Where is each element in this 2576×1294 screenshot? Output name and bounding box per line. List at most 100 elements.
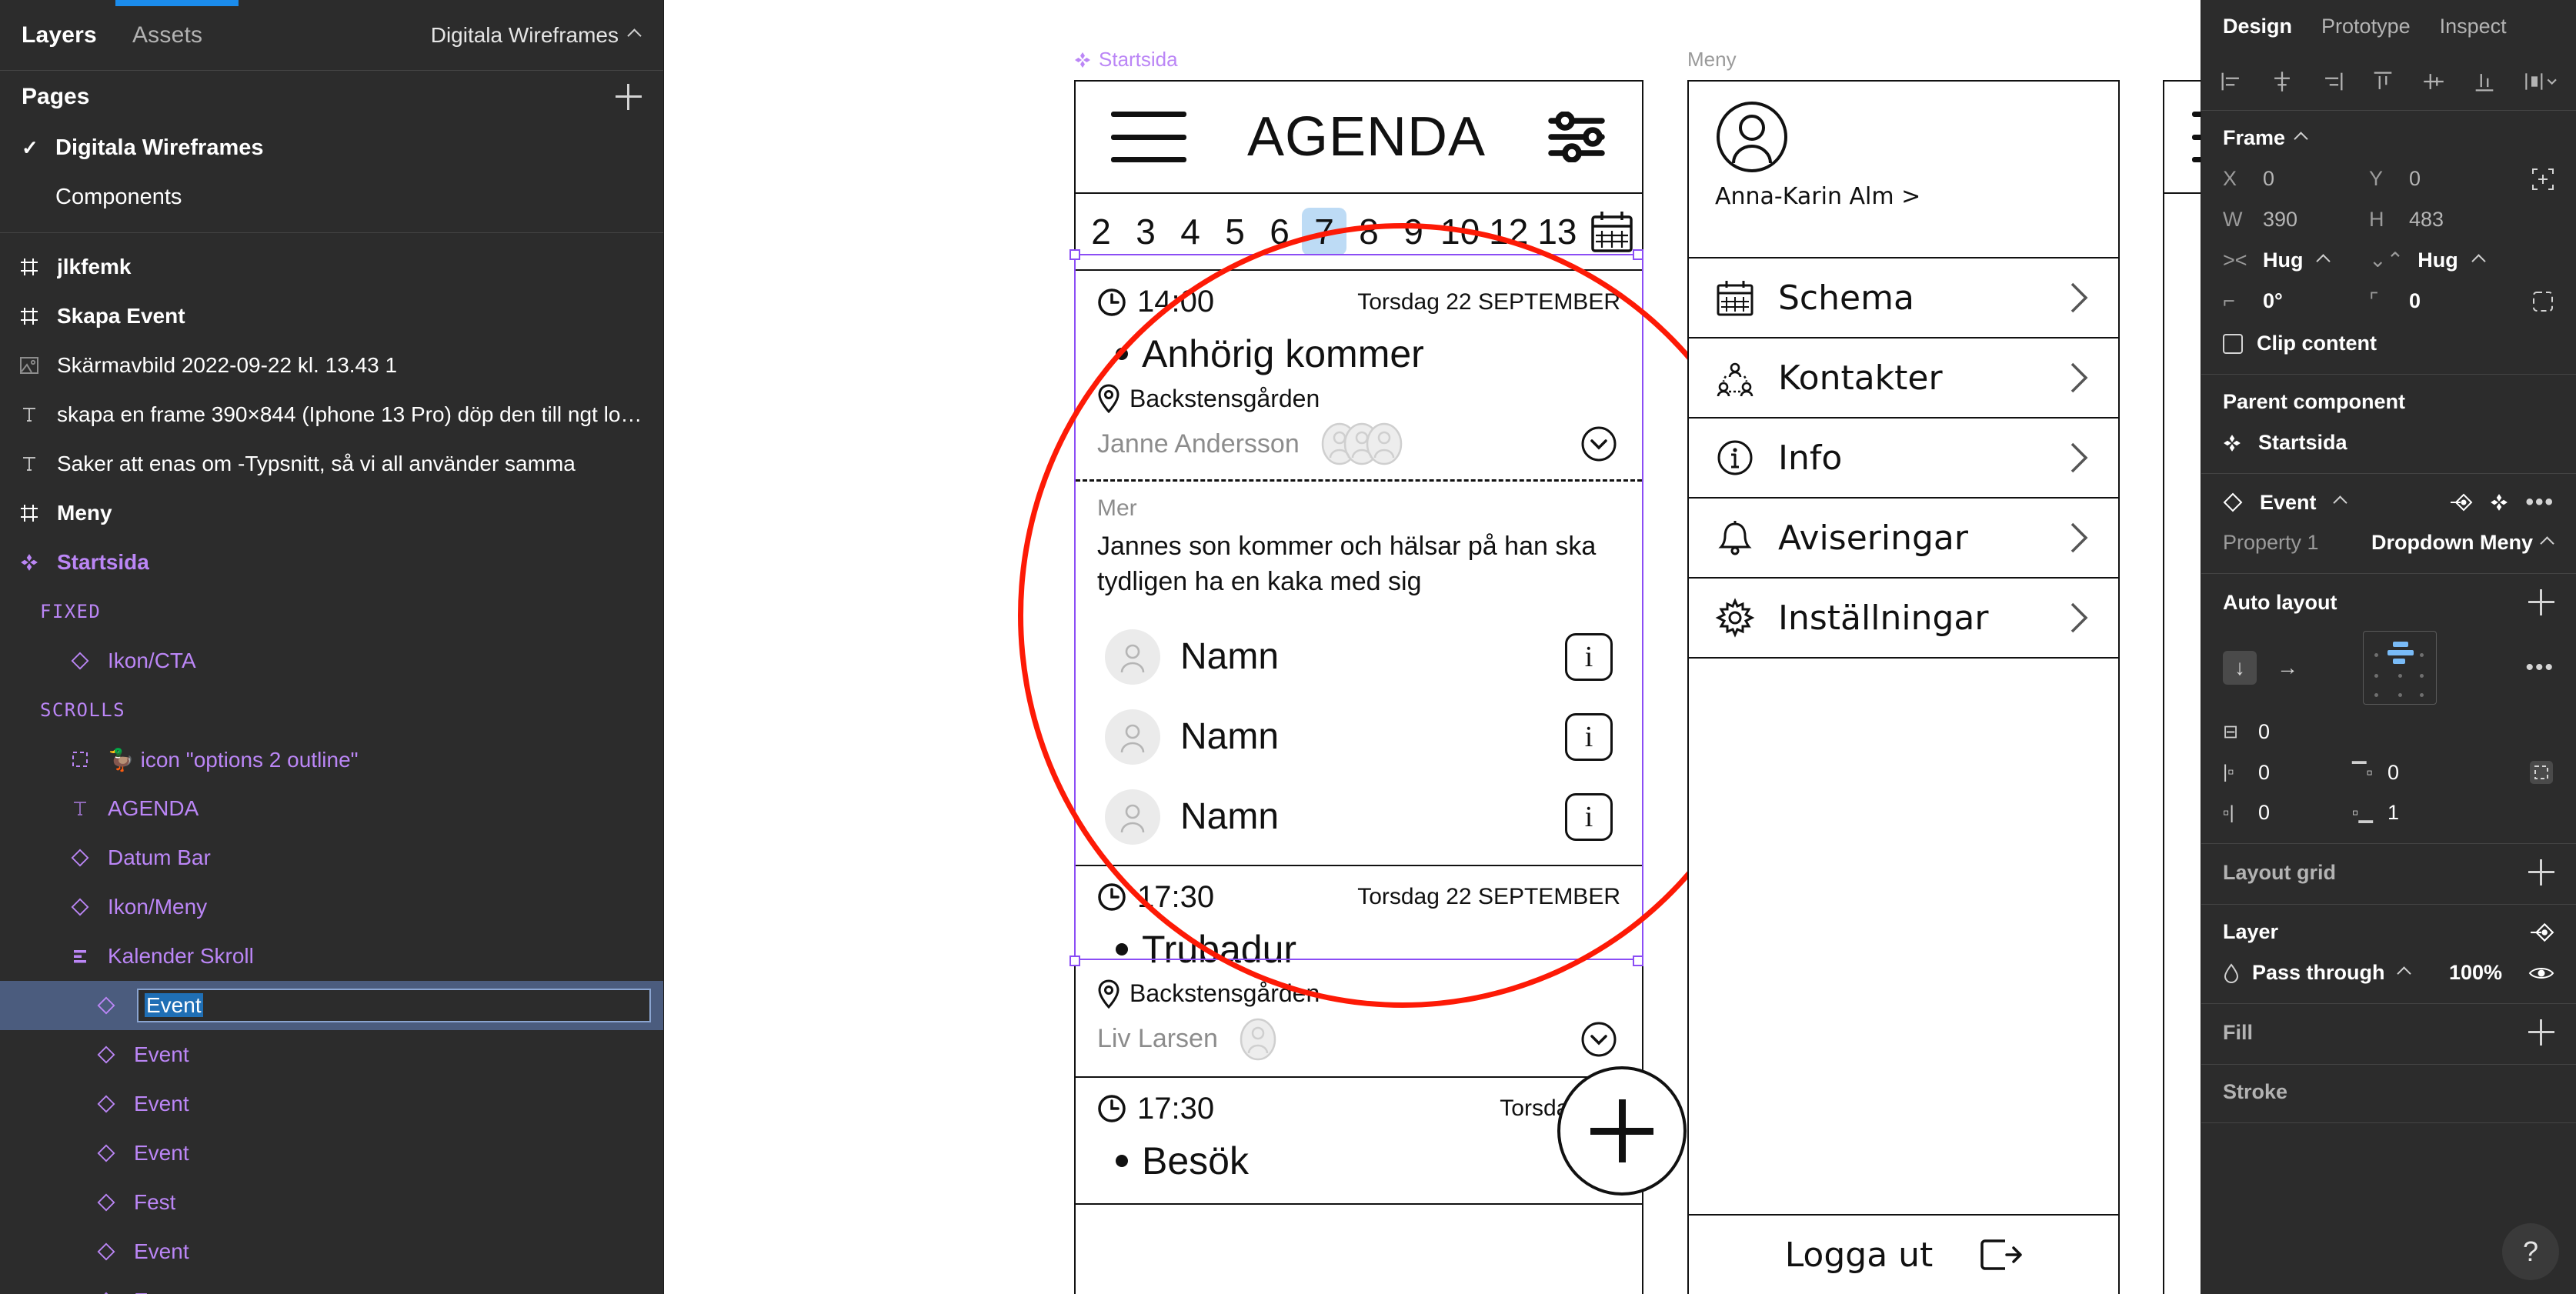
- align-vertical-center-icon[interactable]: [2421, 68, 2447, 95]
- rotation-field[interactable]: ⌐ 0°: [2223, 289, 2369, 313]
- distribute-icon[interactable]: [2522, 68, 2559, 95]
- event-card-1[interactable]: 14:00 Torsdag 22 SEPTEMBER Anhörig komme…: [1076, 271, 1642, 482]
- layer-row[interactable]: Meny: [0, 489, 663, 538]
- help-button[interactable]: ?: [2502, 1223, 2559, 1280]
- info-button[interactable]: i: [1565, 792, 1613, 841]
- page-item-components[interactable]: Components: [0, 172, 663, 222]
- padding-top-field[interactable]: ▔▫ 0: [2352, 761, 2468, 785]
- info-button[interactable]: i: [1565, 632, 1613, 681]
- frame-label-startsida[interactable]: Startsida: [1074, 48, 1178, 72]
- meny-item[interactable]: Schema: [1689, 258, 2118, 339]
- clip-content-row[interactable]: Clip content: [2223, 332, 2554, 355]
- date-cell[interactable]: 10: [1436, 208, 1484, 255]
- layer-row[interactable]: Saker att enas om -Typsnitt, så vi all a…: [0, 439, 663, 489]
- add-auto-layout-button[interactable]: [2528, 589, 2554, 615]
- layer-tree[interactable]: jlkfemk Skapa Event Skärmavbild 2022-09-22…: [0, 233, 663, 1294]
- opacity-value[interactable]: 100%: [2449, 961, 2502, 985]
- layer-row[interactable]: Datum Bar: [0, 833, 663, 882]
- layer-row[interactable]: SCROLLS: [0, 685, 663, 735]
- layer-row[interactable]: Ikon/CTA: [0, 636, 663, 685]
- parent-component-link[interactable]: Startsida: [2223, 431, 2554, 455]
- meny-item[interactable]: Kontakter: [1689, 339, 2118, 419]
- selection-handle-tr[interactable]: [1633, 249, 1643, 260]
- component-row[interactable]: Event •••: [2223, 489, 2554, 515]
- property-value-dropdown[interactable]: Dropdown Meny: [2371, 531, 2554, 555]
- date-cell[interactable]: 9: [1391, 208, 1436, 255]
- logout-row[interactable]: Logga ut: [1689, 1214, 2118, 1294]
- width-field[interactable]: W 390: [2223, 208, 2369, 232]
- event-card-2[interactable]: 17:30 Torsdag 22 SEPTEMBER Trubadur Back…: [1076, 864, 1642, 1078]
- add-fill-button[interactable]: [2528, 1019, 2554, 1046]
- user-profile-block[interactable]: Anna-Karin Alm >: [1689, 82, 2118, 258]
- tab-prototype[interactable]: Prototype: [2321, 15, 2411, 38]
- expand-toggle-button[interactable]: [1580, 1021, 1617, 1058]
- swap-instance-icon[interactable]: [2450, 492, 2473, 512]
- date-bar[interactable]: 2 3 4 5 6 7 8 9 10 12 13: [1076, 194, 1642, 271]
- tab-design[interactable]: Design: [2223, 15, 2292, 38]
- hamburger-icon[interactable]: [1111, 112, 1186, 162]
- absolute-position-button[interactable]: [2531, 168, 2554, 191]
- layer-row[interactable]: AGENDA: [0, 784, 663, 833]
- layer-row[interactable]: Ikon/Meny: [0, 882, 663, 932]
- third-frame-partial[interactable]: [2163, 80, 2201, 1294]
- layer-row[interactable]: Skapa Event: [0, 292, 663, 341]
- layer-row[interactable]: skapa en frame 390×844 (Iphone 13 Pro) d…: [0, 390, 663, 439]
- meny-item[interactable]: Aviseringar: [1689, 499, 2118, 579]
- sliders-icon[interactable]: [1547, 112, 1607, 162]
- independent-corners-button[interactable]: [2531, 290, 2554, 313]
- more-options-icon[interactable]: •••: [2525, 489, 2554, 515]
- align-left-icon[interactable]: [2218, 68, 2244, 95]
- align-right-icon[interactable]: [2320, 68, 2346, 95]
- layer-row[interactable]: Kalender Skroll: [0, 932, 663, 981]
- date-cell[interactable]: 8: [1346, 208, 1391, 255]
- hamburger-icon[interactable]: [2192, 112, 2201, 162]
- tab-inspect[interactable]: Inspect: [2440, 15, 2507, 38]
- alignment-pad[interactable]: [2363, 631, 2437, 705]
- layer-row[interactable]: Event: [0, 1079, 663, 1129]
- detach-instance-icon[interactable]: [2490, 493, 2508, 512]
- tab-assets[interactable]: Assets: [132, 22, 202, 48]
- date-cell[interactable]: 6: [1257, 208, 1302, 255]
- calendar-icon[interactable]: [1590, 209, 1634, 254]
- layer-row[interactable]: jlkfemk: [0, 242, 663, 292]
- event-card-3[interactable]: 17:30 Torsda...ER Besök: [1076, 1078, 1642, 1205]
- selection-handle-tl[interactable]: [1069, 249, 1080, 260]
- padding-right-field[interactable]: ▫| 0: [2223, 801, 2338, 825]
- layer-row[interactable]: Startsida: [0, 538, 663, 587]
- align-bottom-icon[interactable]: [2471, 68, 2498, 95]
- height-field[interactable]: H 483: [2369, 208, 2515, 232]
- layer-rename-input[interactable]: Event: [137, 989, 651, 1022]
- design-canvas[interactable]: Startsida Meny AGENDA 2 3 4 5 6 7 8 9 10…: [664, 0, 2201, 1294]
- align-top-icon[interactable]: [2370, 68, 2396, 95]
- align-horizontal-center-icon[interactable]: [2269, 68, 2295, 95]
- date-cell[interactable]: 4: [1168, 208, 1213, 255]
- layer-row[interactable]: Skärmavbild 2022-09-22 kl. 13.43 1: [0, 341, 663, 390]
- startsida-frame[interactable]: AGENDA 2 3 4 5 6 7 8 9 10 12 13 14:00 To…: [1074, 80, 1687, 1294]
- padding-sides-toggle[interactable]: [2528, 759, 2554, 785]
- selection-handle-br[interactable]: [1633, 955, 1643, 966]
- padding-bottom-field[interactable]: ▫▁ 1: [2352, 801, 2468, 825]
- participant-row[interactable]: Namn i: [1097, 617, 1620, 697]
- vertical-resizing-field[interactable]: ⌄⌃ Hug: [2369, 248, 2515, 272]
- info-button[interactable]: i: [1565, 712, 1613, 761]
- selection-handle-bl[interactable]: [1069, 955, 1080, 966]
- date-cell[interactable]: 13: [1533, 208, 1581, 255]
- layer-prototype-button[interactable]: [2530, 922, 2554, 943]
- date-cell[interactable]: 12: [1484, 208, 1533, 255]
- x-field[interactable]: X0: [2223, 167, 2369, 191]
- date-cell[interactable]: 7: [1302, 208, 1346, 255]
- layer-row[interactable]: 🦆 icon "options 2 outline": [0, 735, 663, 784]
- layer-row[interactable]: Event: [0, 1129, 663, 1178]
- y-field[interactable]: Y0: [2369, 167, 2515, 191]
- layer-row[interactable]: Event: [0, 1030, 663, 1079]
- horizontal-direction-button[interactable]: →: [2271, 651, 2304, 685]
- horizontal-resizing-field[interactable]: >< Hug: [2223, 248, 2369, 272]
- vertical-direction-button[interactable]: ↓: [2223, 651, 2257, 685]
- expand-toggle-button[interactable]: [1580, 425, 1617, 462]
- layer-row[interactable]: Fest: [0, 1178, 663, 1227]
- layer-row[interactable]: Event: [0, 1276, 663, 1294]
- meny-item[interactable]: Inställningar: [1689, 579, 2118, 659]
- layer-row[interactable]: FIXED: [0, 587, 663, 636]
- blend-mode-value[interactable]: Pass through: [2252, 961, 2385, 985]
- date-cell[interactable]: 2: [1079, 208, 1123, 255]
